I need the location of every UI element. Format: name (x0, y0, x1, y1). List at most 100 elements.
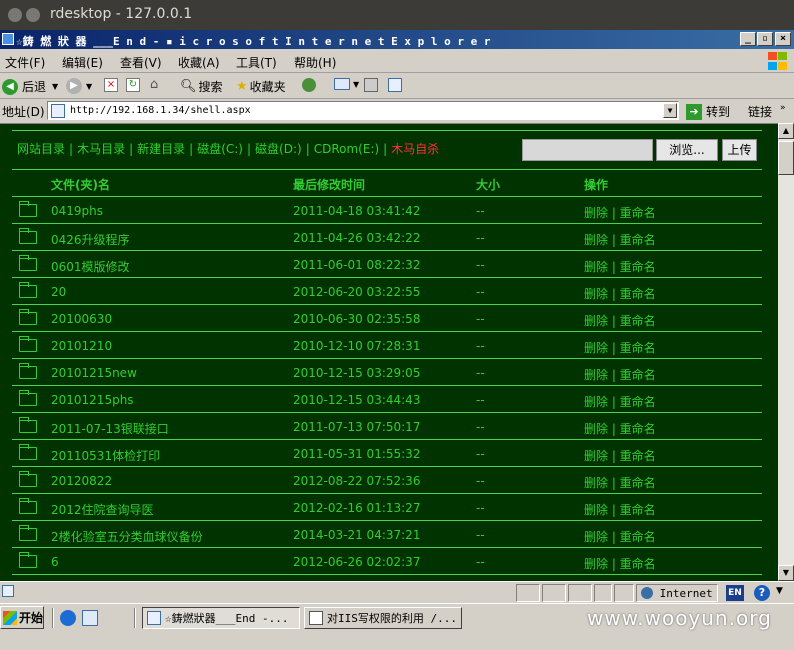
row-actions[interactable]: 删除 | 重命名 (584, 393, 656, 410)
history-button[interactable] (302, 78, 316, 92)
chevron-down-icon[interactable]: ▼ (86, 82, 92, 91)
folder-icon (19, 417, 37, 433)
chevron-down-icon[interactable]: ▼ (353, 80, 359, 89)
ie-maximize-button[interactable]: ▫ (757, 32, 773, 46)
modified-time: 2010-12-15 03:44:43 (293, 393, 421, 407)
go-arrow-icon: ➔ (686, 103, 702, 120)
table-row: 2011-07-13银联接口 2011-07-13 07:50:17 -- 删除 | … (12, 413, 762, 440)
row-actions[interactable]: 删除 | 重命名 (584, 501, 656, 518)
file-name-link[interactable]: 20110531体检打印 (51, 447, 160, 464)
row-actions[interactable]: 删除 | 重命名 (584, 555, 656, 572)
file-name-link[interactable]: 20120822 (51, 474, 112, 488)
mail-button[interactable]: ▼ (334, 78, 359, 90)
refresh-button[interactable]: ↻ (126, 78, 140, 92)
row-actions[interactable]: 删除 | 重命名 (584, 447, 656, 464)
row-actions[interactable]: 删除 | 重命名 (584, 339, 656, 356)
scroll-thumb[interactable] (778, 141, 794, 175)
ie-close-button[interactable]: × (775, 32, 791, 46)
menu-favorites[interactable]: 收藏(A) (178, 54, 220, 71)
menu-edit[interactable]: 编辑(E) (62, 54, 103, 71)
address-input[interactable]: http://192.168.1.34/shell.aspx ▼ (47, 101, 679, 120)
back-button[interactable]: ◀ 后退 ▼ (2, 78, 58, 95)
folder-icon (19, 309, 37, 325)
back-label: 后退 (22, 80, 47, 94)
close-window-button[interactable] (8, 8, 22, 22)
vertical-scrollbar[interactable]: ▲ ▼ (778, 123, 794, 581)
menu-help[interactable]: 帮助(H) (294, 54, 336, 71)
row-actions[interactable]: 删除 | 重命名 (584, 204, 656, 221)
nav-disk-c[interactable]: 磁盘(C:) (197, 142, 243, 156)
status-pane (594, 584, 612, 602)
taskbar-divider (52, 608, 54, 628)
favorites-button[interactable]: ★ 收藏夹 (236, 78, 286, 95)
nav-disk-d[interactable]: 磁盘(D:) (255, 142, 302, 156)
menu-file[interactable]: 文件(F) (5, 54, 45, 71)
file-name-link[interactable]: 20101215new (51, 366, 137, 380)
nav-cdrom-e[interactable]: CDRom(E:) (314, 142, 379, 156)
file-name-link[interactable]: 2012住院查询导医 (51, 501, 154, 518)
chevron-down-icon[interactable]: ▼ (52, 82, 58, 91)
start-button[interactable]: 开始 (0, 606, 44, 629)
file-name-link[interactable]: 0601模版修改 (51, 258, 130, 275)
desktop-quicklaunch-icon[interactable] (82, 610, 98, 626)
upload-file-input[interactable] (522, 139, 653, 161)
edit-button[interactable] (388, 78, 402, 92)
nav-self-delete[interactable]: 木马自杀 (391, 142, 439, 156)
search-button[interactable]: 🔍︎ 搜索 (180, 78, 223, 95)
file-name-link[interactable]: 20 (51, 285, 66, 299)
col-header-name: 文件(夹)名 (51, 178, 110, 192)
nav-new-dir[interactable]: 新建目录 (137, 142, 185, 156)
links-button[interactable]: 链接 (748, 103, 772, 120)
address-dropdown-button[interactable]: ▼ (663, 103, 677, 118)
go-button[interactable]: ➔ 转到 (686, 103, 730, 120)
file-name-link[interactable]: 0419phs (51, 204, 103, 218)
row-actions[interactable]: 删除 | 重命名 (584, 312, 656, 329)
table-row: 20 2012-06-20 03:22:55 -- 删除 | 重命名 (12, 278, 762, 305)
scroll-down-button[interactable]: ▼ (778, 565, 794, 581)
help-icon[interactable]: ? (754, 585, 770, 601)
ie-titlebar: ☆鋳 燃 狀 器 ___E n d - ▪ i c r o s o f t I … (0, 30, 794, 49)
minimize-window-button[interactable] (26, 8, 40, 22)
file-name-link[interactable]: 2011-07-13银联接口 (51, 420, 169, 437)
scroll-up-button[interactable]: ▲ (778, 123, 794, 139)
file-name-link[interactable]: 0426升级程序 (51, 231, 130, 248)
row-actions[interactable]: 删除 | 重命名 (584, 231, 656, 248)
language-indicator[interactable]: EN (726, 585, 744, 601)
folder-icon (19, 282, 37, 298)
upload-button[interactable]: 上传 (722, 139, 757, 161)
file-name-link[interactable]: 20100630 (51, 312, 112, 326)
menu-bar: 文件(F) 编辑(E) 查看(V) 收藏(A) 工具(T) 帮助(H) (0, 49, 794, 73)
refresh-icon: ↻ (126, 78, 140, 92)
browse-button[interactable]: 浏览... (656, 139, 718, 161)
menu-tools[interactable]: 工具(T) (236, 54, 277, 71)
row-actions[interactable]: 删除 | 重命名 (584, 420, 656, 437)
file-name-link[interactable]: 6 (51, 555, 59, 569)
col-header-size: 大小 (476, 178, 501, 192)
nav-trojan-dir[interactable]: 木马目录 (77, 142, 125, 156)
ie-minimize-button[interactable]: _ (740, 32, 756, 46)
forward-button[interactable]: ▶ ▼ (66, 78, 92, 94)
row-actions[interactable]: 删除 | 重命名 (584, 474, 656, 491)
row-actions[interactable]: 删除 | 重命名 (584, 285, 656, 302)
ie-page-icon (147, 611, 161, 625)
table-row: 0426升级程序 2011-04-26 03:42:22 -- 删除 | 重命名 (12, 224, 762, 251)
file-name-link[interactable]: 20101215phs (51, 393, 134, 407)
row-actions[interactable]: 删除 | 重命名 (584, 528, 656, 545)
file-name-link[interactable]: 2楼化验室五分类血球仪备份 (51, 528, 203, 545)
stop-button[interactable]: × (104, 78, 118, 92)
menu-view[interactable]: 查看(V) (120, 54, 162, 71)
file-name-link[interactable]: 20101210 (51, 339, 112, 353)
row-actions[interactable]: 删除 | 重命名 (584, 366, 656, 383)
table-row: 6 2012-06-26 02:02:37 -- 删除 | 重命名 (12, 548, 762, 575)
nav-website-dir[interactable]: 网站目录 (17, 142, 65, 156)
task-ie-window[interactable]: ☆鋳燃狀器___End -... (142, 607, 300, 629)
chevron-down-icon[interactable]: ▼ (776, 586, 783, 596)
ie-quicklaunch-icon[interactable] (60, 610, 76, 626)
row-actions[interactable]: 删除 | 重命名 (584, 258, 656, 275)
task-iis-window[interactable]: 对IIS写权限的利用 /... (304, 607, 462, 629)
folder-icon (19, 525, 37, 541)
print-button[interactable] (364, 78, 378, 92)
home-button[interactable]: ⌂ (150, 78, 166, 92)
ie-title: ☆鋳 燃 狀 器 ___E n d - ▪ i c r o s o f t I … (16, 35, 491, 48)
links-chevron-icon[interactable]: » (780, 103, 786, 113)
